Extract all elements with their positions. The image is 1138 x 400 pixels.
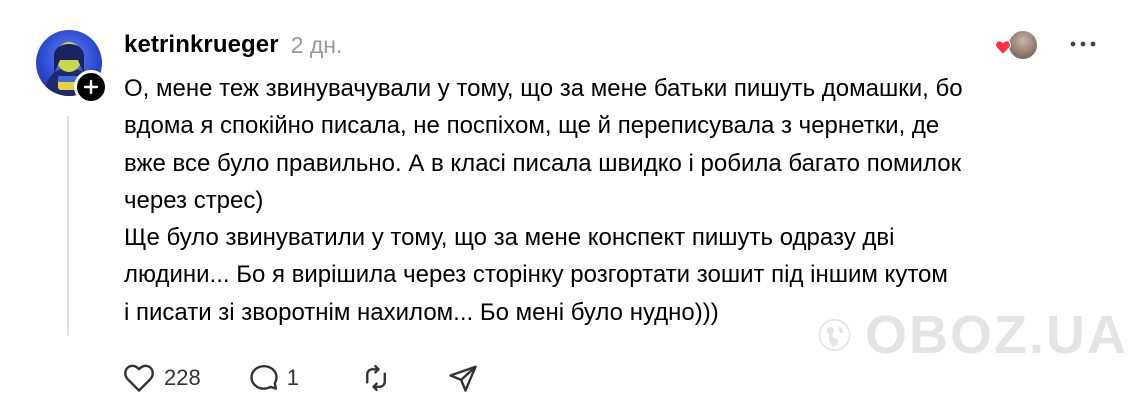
like-button[interactable]: 228	[122, 363, 201, 393]
post-text-line: О, мене теж звинувачували у тому, що за …	[124, 75, 963, 102]
watermark: OBOZ.UA	[818, 280, 1128, 390]
post-text-line: Ще було звинуватили у тому, що за мене к…	[124, 224, 895, 252]
follow-button[interactable]	[74, 70, 108, 104]
globe-logo-icon	[818, 319, 851, 351]
more-horizontal-icon	[1070, 41, 1096, 47]
watermark-text: OBOZ.UA	[865, 305, 1128, 365]
repost-button[interactable]	[361, 363, 391, 393]
send-icon	[449, 365, 477, 392]
liker-avatar	[1008, 30, 1038, 60]
reply-button[interactable]: 1	[249, 363, 299, 393]
share-button[interactable]	[447, 363, 479, 393]
like-count: 228	[164, 365, 201, 390]
post-text-line: через стрес)	[124, 186, 264, 214]
post-text-line: вдома я спокійно писала, не поспіхом, ще…	[124, 112, 940, 140]
post-header: ketrinkrueger 2 дн.	[124, 28, 342, 62]
username[interactable]: ketrinkrueger	[124, 31, 279, 59]
post-time[interactable]: 2 дн.	[291, 32, 343, 59]
reply-count: 1	[286, 365, 299, 390]
thread-line	[67, 116, 69, 336]
plus-icon	[83, 79, 99, 95]
post-actions: 228 1	[122, 360, 479, 396]
author-avatar-container[interactable]	[36, 30, 108, 104]
more-options-button[interactable]	[1068, 32, 1098, 56]
repost-icon	[366, 364, 386, 392]
heart-filled-icon	[994, 40, 1012, 55]
liked-by-indicator[interactable]	[994, 30, 1038, 60]
heart-outline-icon	[124, 364, 154, 392]
comment-icon	[250, 364, 278, 390]
post-text-line: вже все було правильно. А в класі писала…	[124, 149, 962, 177]
